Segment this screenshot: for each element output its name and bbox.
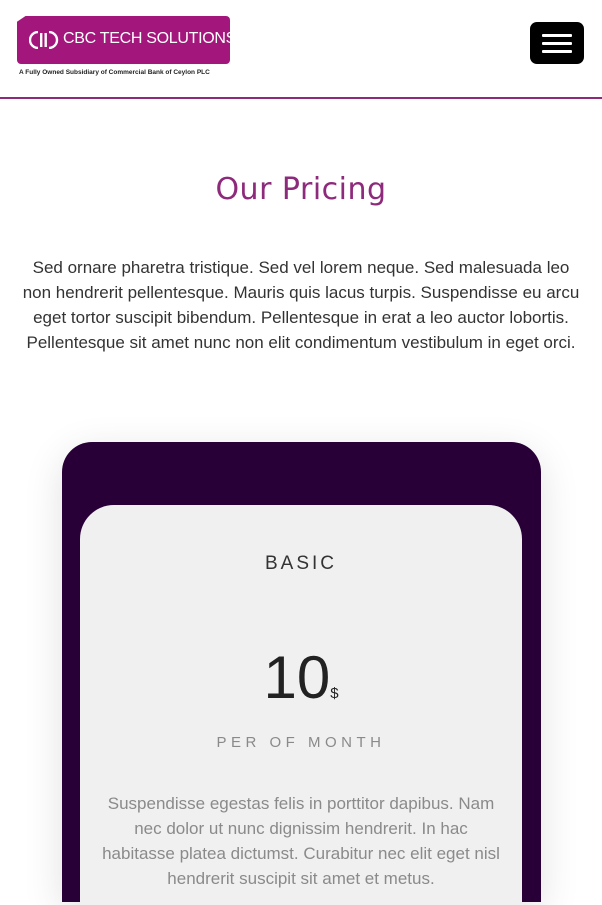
hamburger-icon [542,50,572,53]
price-period: PER OF MONTH [216,734,386,751]
hamburger-icon [542,34,572,37]
menu-toggle-button[interactable] [530,22,584,64]
logo-tagline: A Fully Owned Subsidiary of Commercial B… [19,69,210,76]
site-header: CBC TECH SOLUTIONS A Fully Owned Subsidi… [0,0,602,99]
company-logo[interactable]: CBC TECH SOLUTIONS A Fully Owned Subsidi… [17,16,236,80]
page-title: Our Pricing [215,172,387,207]
plan-price: 10$ [80,645,522,711]
plan-description: Suspendisse egestas felis in porttitor d… [102,794,500,888]
price-amount: 10 [263,644,331,711]
pricing-intro-text: Sed ornare pharetra tristique. Sed vel l… [22,258,580,352]
hamburger-icon [542,42,572,45]
plan-name: BASIC [264,553,338,574]
cbc-logo-mark-icon [29,31,59,49]
logo-company-name: CBC TECH SOLUTIONS [63,30,236,47]
price-currency: $ [330,685,339,702]
